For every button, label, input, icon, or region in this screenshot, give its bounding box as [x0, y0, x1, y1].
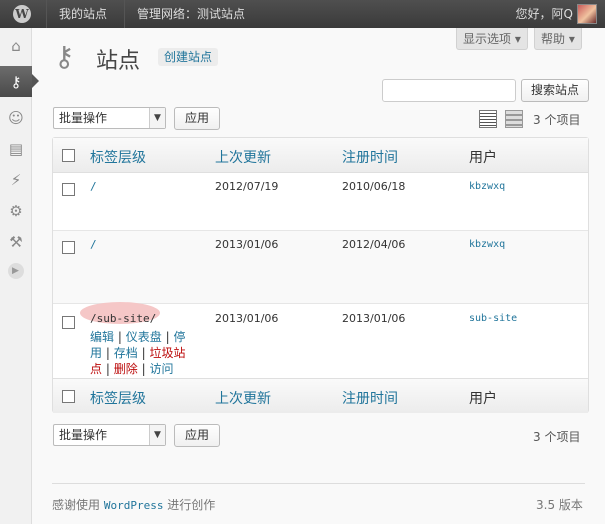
- visit-link[interactable]: 访问: [149, 362, 173, 376]
- registered-date: 2012/04/06: [342, 238, 406, 251]
- registered-date: 2013/01/06: [342, 312, 406, 325]
- sites-page-icon: ⚷: [54, 40, 75, 73]
- last-updated: 2013/01/06: [215, 238, 279, 251]
- avatar[interactable]: [577, 4, 597, 24]
- screen-options-button[interactable]: 显示选项 ▾: [456, 28, 528, 50]
- table-row: /sub-site/ 2013/01/06 2013/01/06 sub-sit…: [53, 302, 588, 378]
- account-greeting[interactable]: 您好，阿Q: [516, 0, 573, 28]
- column-registered[interactable]: 注册时间: [342, 388, 398, 408]
- bulk-actions-select-bottom[interactable]: 批量操作 ▼: [53, 424, 166, 446]
- row-checkbox[interactable]: [62, 183, 75, 196]
- footer-divider: [52, 483, 585, 484]
- deactivate-link[interactable]: 停: [173, 330, 185, 344]
- column-lastupdated[interactable]: 上次更新: [215, 147, 271, 167]
- row-checkbox[interactable]: [62, 241, 75, 254]
- user-link[interactable]: kbzwxq: [469, 239, 505, 250]
- list-view-icon[interactable]: [479, 110, 497, 128]
- column-registered[interactable]: 注册时间: [342, 147, 398, 167]
- spam-link-cont[interactable]: 点: [90, 362, 102, 376]
- archive-link[interactable]: 存档: [114, 346, 138, 360]
- network-admin-menu[interactable]: 管理网络：测试站点: [124, 0, 257, 28]
- search-sites-button[interactable]: 搜索站点: [521, 79, 589, 102]
- site-path-link[interactable]: /sub-site/: [90, 312, 156, 325]
- items-count-bottom: 3 个项目: [533, 430, 581, 444]
- wordpress-logo-icon[interactable]: W: [0, 0, 44, 28]
- table-row: / 2013/01/06 2012/04/06 kbzwxq: [53, 231, 588, 304]
- footer-version: 3.5 版本: [536, 498, 583, 512]
- apply-button-bottom[interactable]: 应用: [174, 424, 220, 447]
- table-footer: 标签层级 上次更新 注册时间 用户: [53, 378, 588, 413]
- admin-side-menu: ⌂ ⚷ ☺ ▤ ⚡ ⚙ ⚒ ▶: [0, 28, 39, 524]
- sites-table: 标签层级 上次更新 注册时间 用户 / 2012/07/19 2010/06/1…: [52, 137, 589, 413]
- apply-button-top[interactable]: 应用: [174, 107, 220, 130]
- admin-bar: W 我的站点 管理网络：测试站点 您好，阿Q: [0, 0, 605, 28]
- edit-link[interactable]: 编辑: [90, 330, 114, 344]
- my-sites-menu[interactable]: 我的站点: [46, 0, 119, 28]
- deactivate-link-cont[interactable]: 用: [90, 346, 102, 360]
- column-users: 用户: [469, 391, 497, 407]
- themes-icon[interactable]: ▤: [0, 133, 32, 164]
- tools-icon[interactable]: ⚒: [0, 226, 32, 257]
- sites-icon[interactable]: ⚷: [0, 66, 39, 97]
- table-header: 标签层级 上次更新 注册时间 用户: [53, 138, 588, 173]
- select-all-checkbox-bottom[interactable]: [62, 390, 75, 403]
- bulk-actions-select-top[interactable]: 批量操作 ▼: [53, 107, 166, 129]
- user-link[interactable]: sub-site: [469, 313, 517, 324]
- search-input[interactable]: [382, 79, 516, 102]
- user-link[interactable]: kbzwxq: [469, 181, 505, 192]
- row-actions: 编辑 | 仪表盘 | 停 用 | 存档 | 垃圾站 点 | 删除 | 访问: [90, 330, 186, 376]
- column-lastupdated[interactable]: 上次更新: [215, 388, 271, 408]
- help-button[interactable]: 帮助 ▾: [534, 28, 582, 50]
- delete-link[interactable]: 删除: [114, 362, 138, 376]
- site-path-link[interactable]: /: [90, 180, 97, 193]
- last-updated: 2013/01/06: [215, 312, 279, 325]
- collapse-icon[interactable]: ▶: [7, 263, 24, 279]
- table-row: / 2012/07/19 2010/06/18 kbzwxq: [53, 173, 588, 231]
- wordpress-link[interactable]: WordPress: [104, 499, 164, 512]
- row-checkbox[interactable]: [62, 316, 75, 329]
- site-path-link[interactable]: /: [90, 238, 97, 251]
- add-new-site-button[interactable]: 创建站点: [158, 48, 219, 66]
- registered-date: 2010/06/18: [342, 180, 406, 193]
- select-all-checkbox-top[interactable]: [62, 149, 75, 162]
- plugins-icon[interactable]: ⚡: [0, 164, 32, 195]
- dashboard-icon[interactable]: ⌂: [0, 30, 32, 61]
- spam-link[interactable]: 垃圾站: [149, 346, 185, 360]
- excerpt-view-icon[interactable]: [505, 110, 523, 128]
- footer-thanks: 感谢使用 WordPress 进行创作: [52, 498, 216, 512]
- items-count-top: 3 个项目: [533, 113, 581, 127]
- column-users: 用户: [469, 150, 497, 166]
- settings-icon[interactable]: ⚙: [0, 195, 32, 226]
- users-icon[interactable]: ☺: [0, 102, 32, 133]
- last-updated: 2012/07/19: [215, 180, 279, 193]
- page-title: 站点: [96, 49, 141, 74]
- column-path[interactable]: 标签层级: [90, 388, 146, 408]
- dashboard-link[interactable]: 仪表盘: [126, 330, 162, 344]
- column-path[interactable]: 标签层级: [90, 147, 146, 167]
